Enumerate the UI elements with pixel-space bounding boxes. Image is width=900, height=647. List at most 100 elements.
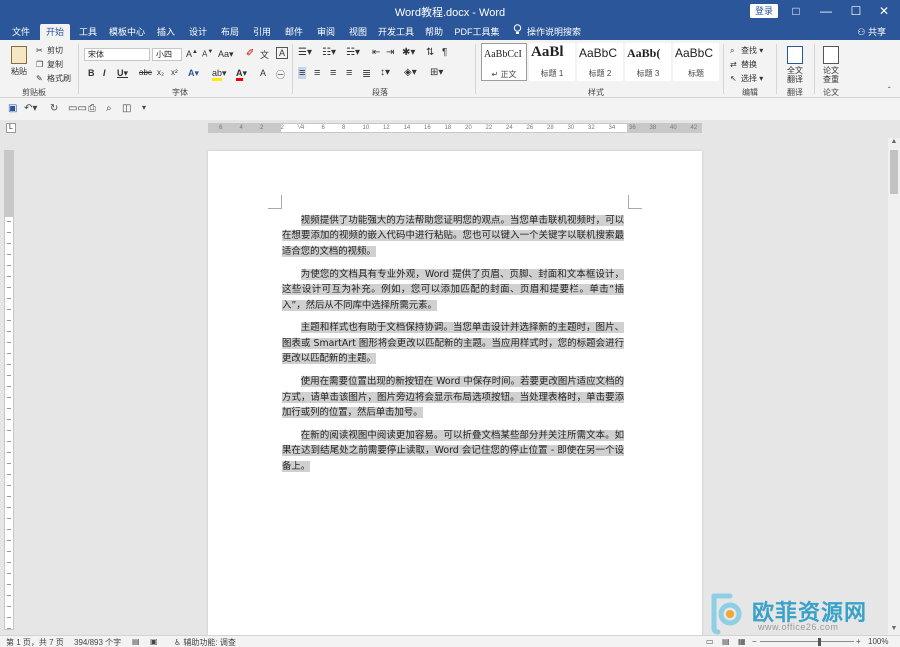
- web-layout-icon[interactable]: ▦: [738, 637, 746, 646]
- focus-mode-icon[interactable]: ▭: [706, 637, 714, 646]
- tab-developer[interactable]: 开发工具: [376, 24, 416, 40]
- customize-qat-icon[interactable]: ▾: [142, 103, 146, 112]
- close-icon[interactable]: ✕: [874, 2, 894, 20]
- grow-font-button[interactable]: A▲: [186, 49, 198, 59]
- zoom-icon[interactable]: ⌕: [106, 103, 112, 114]
- enclose-char-icon[interactable]: ㊀: [276, 68, 285, 81]
- ribbon-display-icon[interactable]: □: [786, 2, 806, 20]
- login-button[interactable]: 登录: [750, 4, 778, 18]
- indent-marker[interactable]: ▽: [297, 124, 302, 131]
- text-effects-icon[interactable]: A▾: [188, 68, 199, 79]
- collapse-ribbon-icon[interactable]: ˆ: [888, 86, 891, 95]
- align-right-icon[interactable]: ≡: [330, 67, 336, 79]
- print-preview-icon[interactable]: ⎙: [88, 103, 96, 114]
- vertical-scrollbar[interactable]: ▲ ▼: [888, 138, 900, 635]
- horizontal-ruler[interactable]: 6 4 2 2 4 6 8 10 12 14 16 18 20 22 24 26 28 30 32 34 36 38 40 4…: [208, 123, 702, 133]
- word-count[interactable]: 394/893 个字: [74, 637, 121, 647]
- scroll-up-arrow[interactable]: ▲: [888, 138, 900, 148]
- undo-icon[interactable]: ↶▾: [24, 103, 37, 114]
- save-icon[interactable]: ▣: [8, 103, 17, 114]
- tell-me-search[interactable]: 操作说明搜索: [526, 24, 582, 40]
- tab-insert[interactable]: 插入: [152, 24, 180, 40]
- style-title[interactable]: AaBbC 标题: [673, 43, 719, 81]
- style-normal[interactable]: AaBbCcI ↵ 正文: [481, 43, 527, 81]
- page-count[interactable]: 第 1 页，共 7 页: [6, 637, 64, 647]
- show-marks-icon[interactable]: ¶: [442, 47, 447, 58]
- zoom-in-button[interactable]: +: [856, 637, 861, 646]
- macro-icon[interactable]: ▣: [150, 637, 158, 646]
- borders-icon[interactable]: ⊞▾: [430, 67, 443, 78]
- distributed-icon[interactable]: ≣: [362, 67, 371, 80]
- numbering-icon[interactable]: ☷▾: [322, 47, 336, 58]
- tab-references[interactable]: 引用: [248, 24, 276, 40]
- clear-format-icon[interactable]: ✐: [246, 48, 254, 59]
- tab-home[interactable]: 开始: [40, 24, 70, 40]
- paragraph[interactable]: 在新的阅读视图中阅读更加容易。可以折叠文档某些部分并关注所需文本。如果在达到结尾…: [282, 428, 624, 474]
- font-name-select[interactable]: 宋体: [84, 48, 150, 61]
- line-spacing-icon[interactable]: ↕▾: [380, 67, 390, 78]
- bullets-icon[interactable]: ☰▾: [298, 47, 312, 58]
- shrink-font-button[interactable]: A▼: [202, 49, 213, 59]
- tab-layout[interactable]: 布局: [216, 24, 244, 40]
- align-left-icon[interactable]: ≡: [298, 67, 307, 79]
- find-button[interactable]: ⌕ 查找 ▾: [730, 45, 763, 56]
- paragraph[interactable]: 使用在需要位置出现的新按钮在 Word 中保存时间。若要更改图片适应文档的方式，…: [282, 374, 624, 420]
- paste-button[interactable]: 粘贴: [8, 46, 30, 77]
- tab-templates[interactable]: 模板中心: [106, 24, 148, 40]
- select-button[interactable]: ↖ 选择 ▾: [730, 73, 763, 84]
- accessibility-status[interactable]: ♿ 辅助功能: 调查: [174, 637, 236, 647]
- style-heading-2[interactable]: AaBbC 标题 2: [577, 43, 623, 81]
- tab-review[interactable]: 审阅: [312, 24, 340, 40]
- increase-indent-icon[interactable]: ⇥: [386, 47, 394, 58]
- tab-design[interactable]: 设计: [184, 24, 212, 40]
- chinese-layout-icon[interactable]: ✱▾: [402, 47, 415, 58]
- zoom-out-button[interactable]: −: [752, 637, 757, 646]
- scroll-down-arrow[interactable]: ▼: [888, 625, 900, 635]
- tab-file[interactable]: 文件: [6, 24, 36, 40]
- style-heading-3[interactable]: AaBb( 标题 3: [625, 43, 671, 81]
- view-toggle-icon[interactable]: ▭▭: [68, 103, 87, 114]
- print-layout-icon[interactable]: ▤: [722, 637, 730, 646]
- tab-view[interactable]: 视图: [344, 24, 372, 40]
- zoom-slider-thumb[interactable]: [818, 638, 821, 646]
- paragraph[interactable]: 为使您的文档具有专业外观，Word 提供了页眉、页脚、封面和文本框设计，这些设计…: [282, 267, 624, 313]
- underline-button[interactable]: U▾: [117, 68, 128, 79]
- paragraph[interactable]: 视频提供了功能强大的方法帮助您证明您的观点。当您单击联机视频时，可以在想要添加的…: [282, 213, 624, 259]
- tab-pdf-tools[interactable]: PDF工具集: [452, 24, 502, 40]
- document-body[interactable]: 视频提供了功能强大的方法帮助您证明您的观点。当您单击联机视频时，可以在想要添加的…: [282, 213, 624, 482]
- paragraph[interactable]: 主题和样式也有助于文档保持协调。当您单击设计并选择新的主题时，图片、图表或 Sm…: [282, 320, 624, 366]
- superscript-button[interactable]: x²: [171, 68, 178, 77]
- zoom-slider-track[interactable]: [760, 641, 854, 642]
- shading-fill-icon[interactable]: ◈▾: [404, 67, 417, 78]
- strikethrough-button[interactable]: abc: [139, 68, 152, 77]
- share-button[interactable]: ⚇ 共享: [857, 24, 886, 40]
- phonetic-guide-icon[interactable]: 文: [260, 48, 269, 61]
- highlight-icon[interactable]: ab▾: [212, 68, 227, 81]
- tab-mailings[interactable]: 邮件: [280, 24, 308, 40]
- sort-icon[interactable]: ⇅: [426, 47, 434, 58]
- copy-button[interactable]: ❐ 复制: [36, 59, 63, 70]
- paper-check-button[interactable]: 论文查重: [818, 46, 844, 84]
- align-center-icon[interactable]: ≡: [314, 67, 320, 79]
- zoom-level[interactable]: 100%: [868, 637, 888, 646]
- full-translate-button[interactable]: 全文翻译: [782, 46, 808, 84]
- camera-icon[interactable]: ◫: [122, 103, 131, 114]
- justify-icon[interactable]: ≡: [346, 67, 352, 79]
- font-color-icon[interactable]: A▾: [236, 68, 247, 81]
- subscript-button[interactable]: x₂: [157, 68, 164, 77]
- font-size-select[interactable]: 小四: [152, 48, 182, 61]
- style-heading-1[interactable]: AaBl 标题 1: [529, 43, 575, 81]
- redo-icon[interactable]: ↻: [50, 103, 58, 114]
- italic-button[interactable]: I: [103, 68, 106, 78]
- tab-help[interactable]: 帮助: [420, 24, 448, 40]
- tab-selector[interactable]: L: [6, 123, 16, 133]
- tab-tools[interactable]: 工具: [74, 24, 102, 40]
- scroll-thumb[interactable]: [890, 150, 898, 194]
- format-painter-button[interactable]: ✎ 格式刷: [36, 73, 71, 84]
- change-case-button[interactable]: Aa▾: [218, 49, 234, 60]
- multilevel-list-icon[interactable]: ☵▾: [346, 47, 360, 58]
- shading-icon[interactable]: A: [260, 68, 266, 78]
- vertical-ruler[interactable]: [4, 150, 14, 630]
- replace-button[interactable]: ⇄ 替换: [730, 59, 757, 70]
- minimize-icon[interactable]: —: [816, 2, 836, 20]
